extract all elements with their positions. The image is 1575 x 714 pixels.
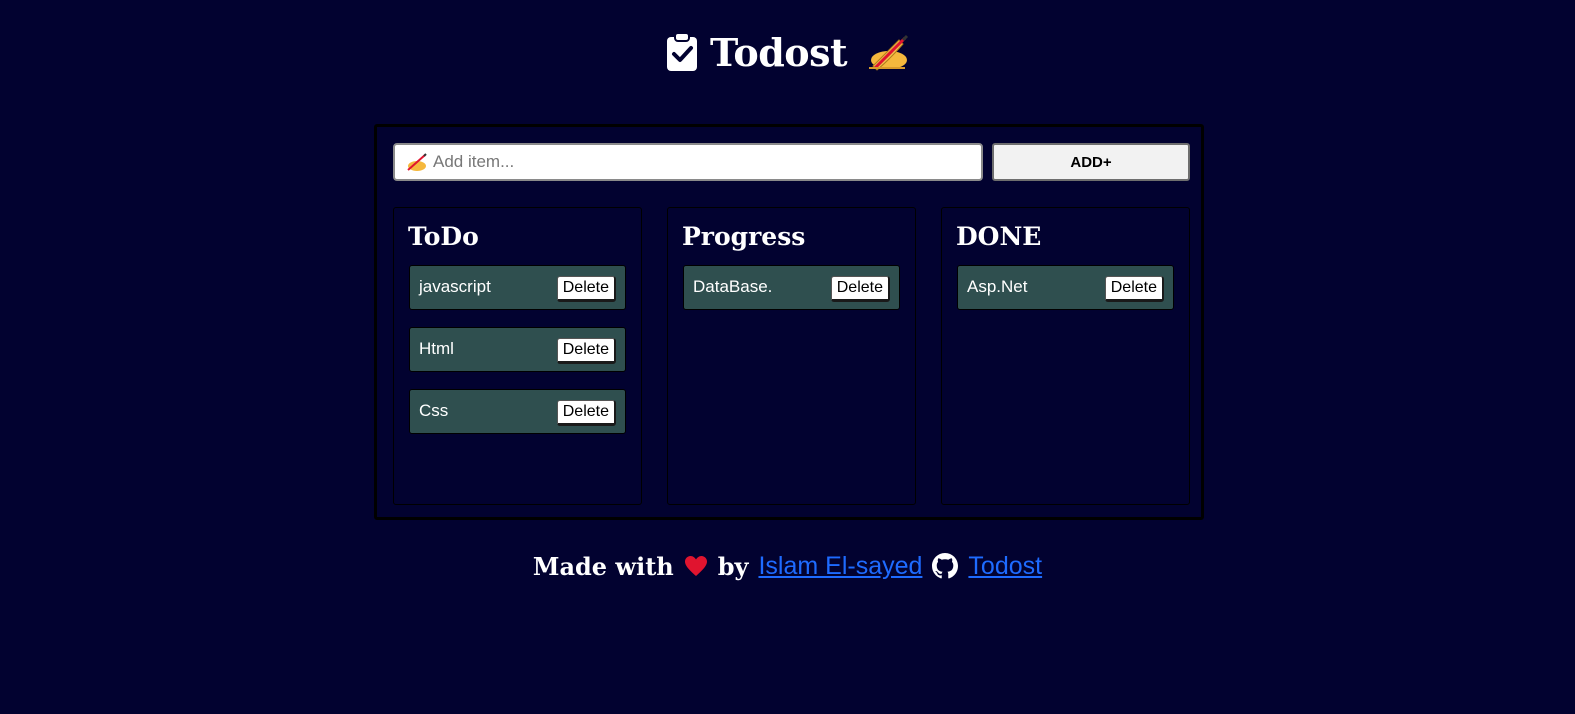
add-item-input[interactable] xyxy=(431,146,981,178)
writing-hand-icon xyxy=(407,153,427,171)
column-todo: ToDo javascript Delete Html Delete Css D… xyxy=(393,207,642,505)
footer-by: by xyxy=(717,551,749,581)
list-item[interactable]: javascript Delete xyxy=(409,265,626,310)
column-done: DONE Asp.Net Delete xyxy=(941,207,1190,505)
column-title: ToDo xyxy=(408,222,479,251)
heart-icon xyxy=(684,556,707,576)
page-footer: Made with by Islam El-sayed Todost xyxy=(0,548,1575,584)
item-text: javascript xyxy=(419,277,491,296)
clipboard-check-icon xyxy=(666,32,697,71)
item-text: Asp.Net xyxy=(967,277,1028,296)
item-text: DataBase. xyxy=(693,277,773,296)
delete-button[interactable]: Delete xyxy=(1104,276,1164,302)
item-text: Css xyxy=(419,401,449,420)
writing-hand-icon xyxy=(869,34,909,71)
page-title: Todost xyxy=(709,29,848,75)
item-text: Html xyxy=(419,339,454,358)
list-item[interactable]: Html Delete xyxy=(409,327,626,372)
delete-button[interactable]: Delete xyxy=(556,400,616,426)
github-icon[interactable] xyxy=(932,553,959,579)
author-link[interactable]: Islam El-sayed xyxy=(758,552,922,581)
column-title: DONE xyxy=(956,222,1042,251)
delete-button[interactable]: Delete xyxy=(830,276,890,302)
add-item-button[interactable]: ADD+ xyxy=(992,143,1190,181)
footer-made-with: Made with xyxy=(532,551,674,581)
repo-link[interactable]: Todost xyxy=(968,552,1042,581)
todo-board: ADD+ ToDo javascript Delete Html Delete … xyxy=(374,124,1204,520)
add-item-field[interactable] xyxy=(393,143,983,181)
column-title: Progress xyxy=(682,222,806,251)
list-item[interactable]: Asp.Net Delete xyxy=(957,265,1174,310)
delete-button[interactable]: Delete xyxy=(556,276,616,302)
column-progress: Progress DataBase. Delete xyxy=(667,207,916,505)
delete-button[interactable]: Delete xyxy=(556,338,616,364)
page-header: Todost xyxy=(0,24,1575,80)
list-item[interactable]: Css Delete xyxy=(409,389,626,434)
list-item[interactable]: DataBase. Delete xyxy=(683,265,900,310)
